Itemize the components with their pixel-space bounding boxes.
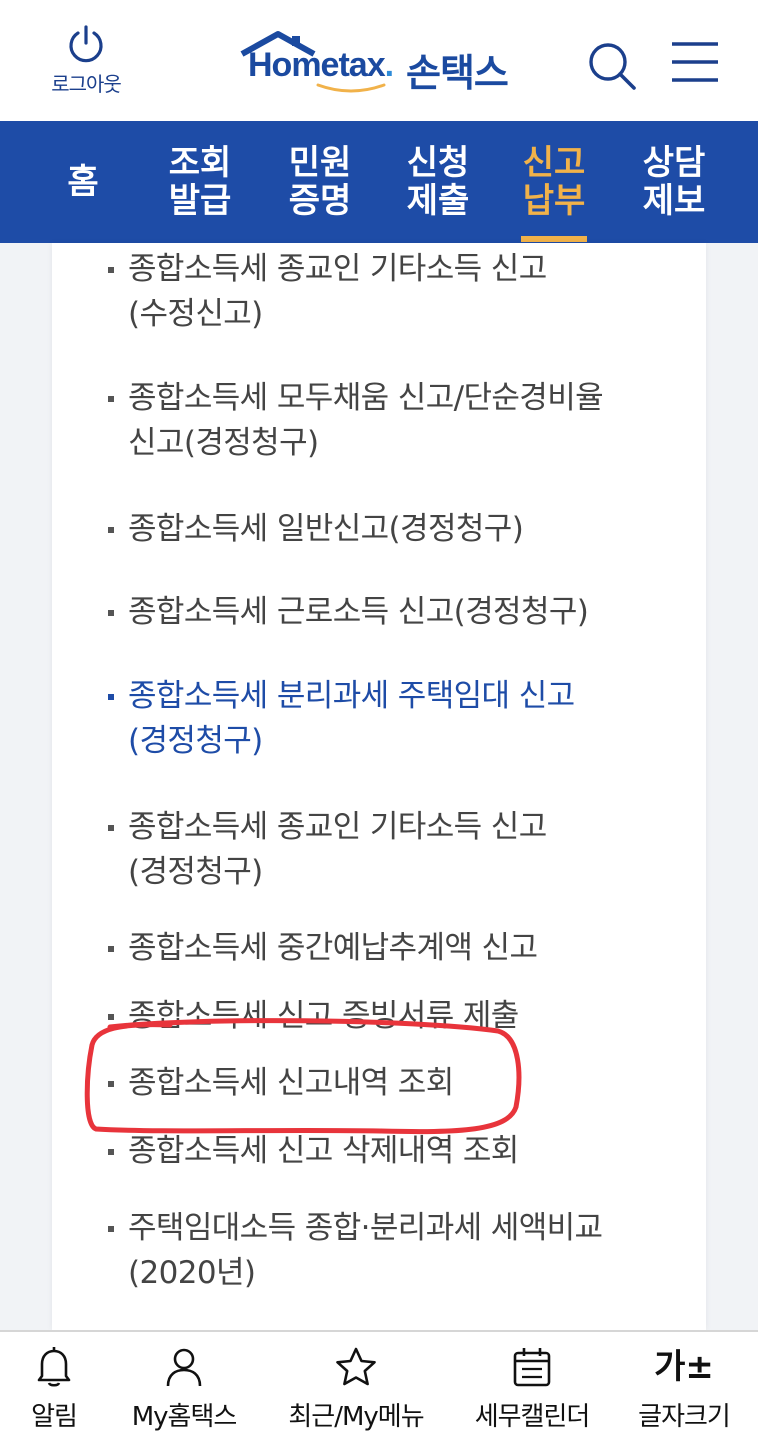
tab-my-hometax[interactable]: My홈택스 — [118, 1332, 250, 1440]
tab-recent-my-menu[interactable]: 최근/My메뉴 — [276, 1332, 436, 1440]
tab-tax-calendar[interactable]: 세무캘린더 — [462, 1332, 602, 1440]
bullet-icon — [108, 1226, 114, 1232]
logout-button[interactable]: 로그아웃 — [38, 24, 134, 97]
bullet-icon — [108, 527, 114, 533]
calendar-icon — [513, 1348, 551, 1387]
font-size-icon: 가± — [654, 1347, 714, 1387]
power-icon — [69, 25, 103, 63]
logout-label: 로그아웃 — [51, 72, 122, 96]
nav-item-civil[interactable]: 민원 증명 — [280, 121, 360, 243]
bullet-icon — [108, 694, 114, 700]
bullet-icon — [108, 825, 114, 831]
nav-item-report-pay[interactable]: 신고 납부 — [514, 121, 594, 243]
logo-smile-icon — [316, 83, 386, 93]
person-icon — [166, 1348, 202, 1387]
tab-font-size[interactable]: 가± 글자크기 — [626, 1332, 742, 1440]
bullet-icon — [108, 1081, 114, 1087]
bullet-icon — [108, 946, 114, 952]
tab-notifications[interactable]: 알림 — [6, 1332, 102, 1440]
star-icon — [336, 1347, 376, 1386]
search-icon — [589, 43, 636, 90]
logo-korean-text: 손택스 — [406, 51, 509, 95]
bottom-nav: 알림 My홈택스 최근/My메뉴 세무캘린더 가± 글자크기 — [0, 1330, 758, 1440]
bullet-icon — [108, 610, 114, 616]
nav-item-home[interactable]: 홈 — [52, 121, 114, 243]
logo-wordmark: Hometax. — [248, 46, 394, 84]
nav-item-counsel[interactable]: 상담 제보 — [634, 121, 714, 243]
hamburger-menu-icon — [672, 42, 718, 82]
bullet-icon — [108, 1149, 114, 1155]
bell-icon — [37, 1347, 71, 1387]
bullet-icon — [108, 1014, 114, 1020]
bullet-icon — [108, 396, 114, 402]
menu-button[interactable] — [670, 40, 720, 84]
main-nav: 홈 조회 발급 민원 증명 신청 제출 신고 납부 상담 제보 — [0, 121, 758, 243]
search-button[interactable] — [586, 40, 638, 92]
nav-item-inquiry[interactable]: 조회 발급 — [160, 121, 240, 243]
app-header: 로그아웃 Hometax. 손택스 — [0, 0, 758, 121]
bullet-icon — [108, 267, 114, 273]
hometax-logo[interactable]: Hometax. 손택스 — [238, 30, 528, 100]
nav-item-apply[interactable]: 신청 제출 — [398, 121, 478, 243]
active-tab-indicator — [521, 236, 587, 242]
